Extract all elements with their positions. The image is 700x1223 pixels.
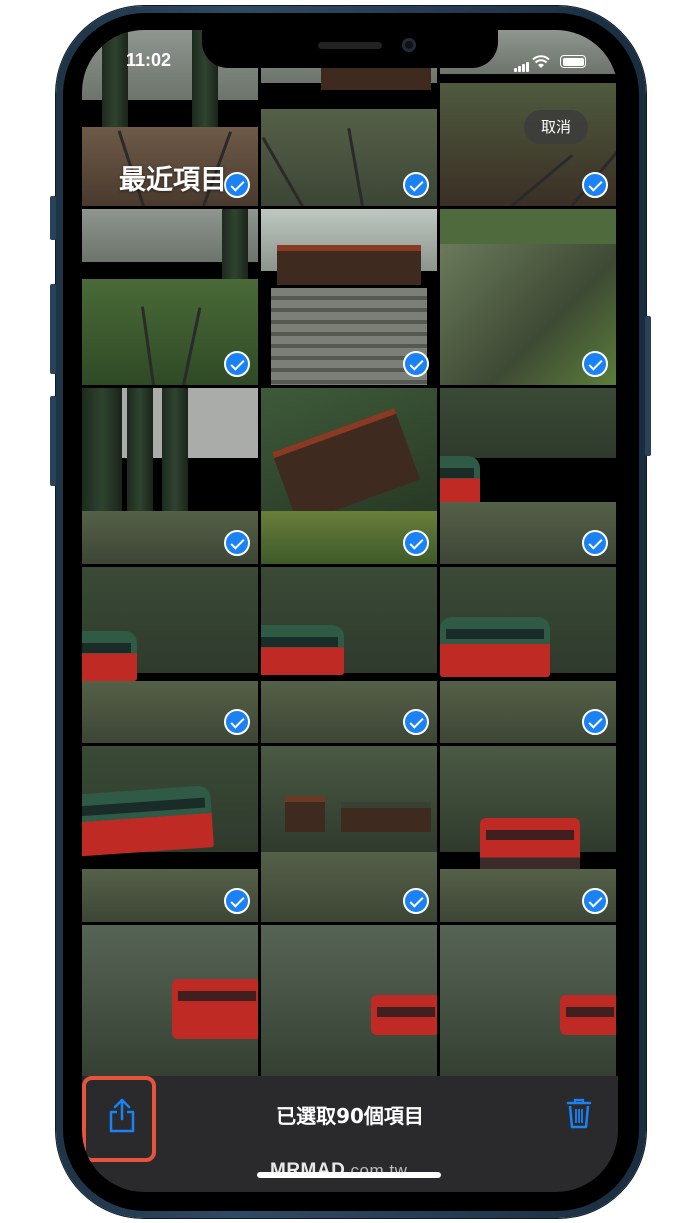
cellular-signal-icon [514,62,530,72]
status-bar: 11:02 [82,30,618,76]
volume-down-button [50,396,56,486]
selected-checkmark-icon [224,709,250,735]
selected-checkmark-icon [403,351,429,377]
photo-thumbnail[interactable] [440,746,616,922]
selected-checkmark-icon [403,709,429,735]
album-title: 最近項目 [119,165,227,196]
selected-checkmark-icon [582,172,608,198]
speaker-grille [318,42,382,49]
battery-icon [560,55,586,68]
selected-checkmark-icon [403,888,429,914]
photo-thumbnail[interactable] [82,746,258,922]
photo-thumbnail[interactable] [82,388,258,564]
photo-thumbnail[interactable] [440,209,616,385]
selected-checkmark-icon [582,888,608,914]
photo-thumbnail[interactable] [261,388,437,564]
notch [202,30,498,68]
selected-checkmark-icon [403,172,429,198]
front-camera [402,38,416,52]
selected-checkmark-icon [582,530,608,556]
selected-checkmark-icon [582,351,608,377]
status-time: 11:02 [126,50,172,70]
selected-checkmark-icon [403,530,429,556]
selected-checkmark-icon [224,530,250,556]
screen: 11:02 最近項目 取消 已選取90個項目 MRMAD.com.tw [82,30,618,1192]
home-indicator[interactable] [257,1172,441,1178]
wifi-icon [532,54,550,73]
photo-thumbnail[interactable] [261,209,437,385]
photo-thumbnail[interactable] [82,209,258,385]
photo-thumbnail[interactable] [440,567,616,743]
cancel-button[interactable]: 取消 [524,110,588,144]
delete-button[interactable] [566,1097,592,1129]
mute-switch [50,196,56,240]
photo-thumbnail[interactable] [440,388,616,564]
photo-thumbnail[interactable] [261,925,437,1101]
selected-checkmark-icon [224,172,250,198]
photo-thumbnail[interactable] [261,567,437,743]
photo-thumbnail[interactable] [261,746,437,922]
photo-thumbnail[interactable] [82,925,258,1101]
selection-count-label: 已選取90個項目 [276,1104,424,1128]
volume-up-button [50,284,56,374]
photo-thumbnail[interactable] [440,925,616,1101]
bottom-toolbar: 已選取90個項目 MRMAD.com.tw [82,1076,618,1192]
watermark: MRMAD.com.tw [270,1160,407,1182]
selected-checkmark-icon [582,709,608,735]
selected-checkmark-icon [224,351,250,377]
photo-thumbnail[interactable] [82,567,258,743]
selected-checkmark-icon [224,888,250,914]
trash-icon [566,1098,592,1129]
power-button [645,316,651,456]
